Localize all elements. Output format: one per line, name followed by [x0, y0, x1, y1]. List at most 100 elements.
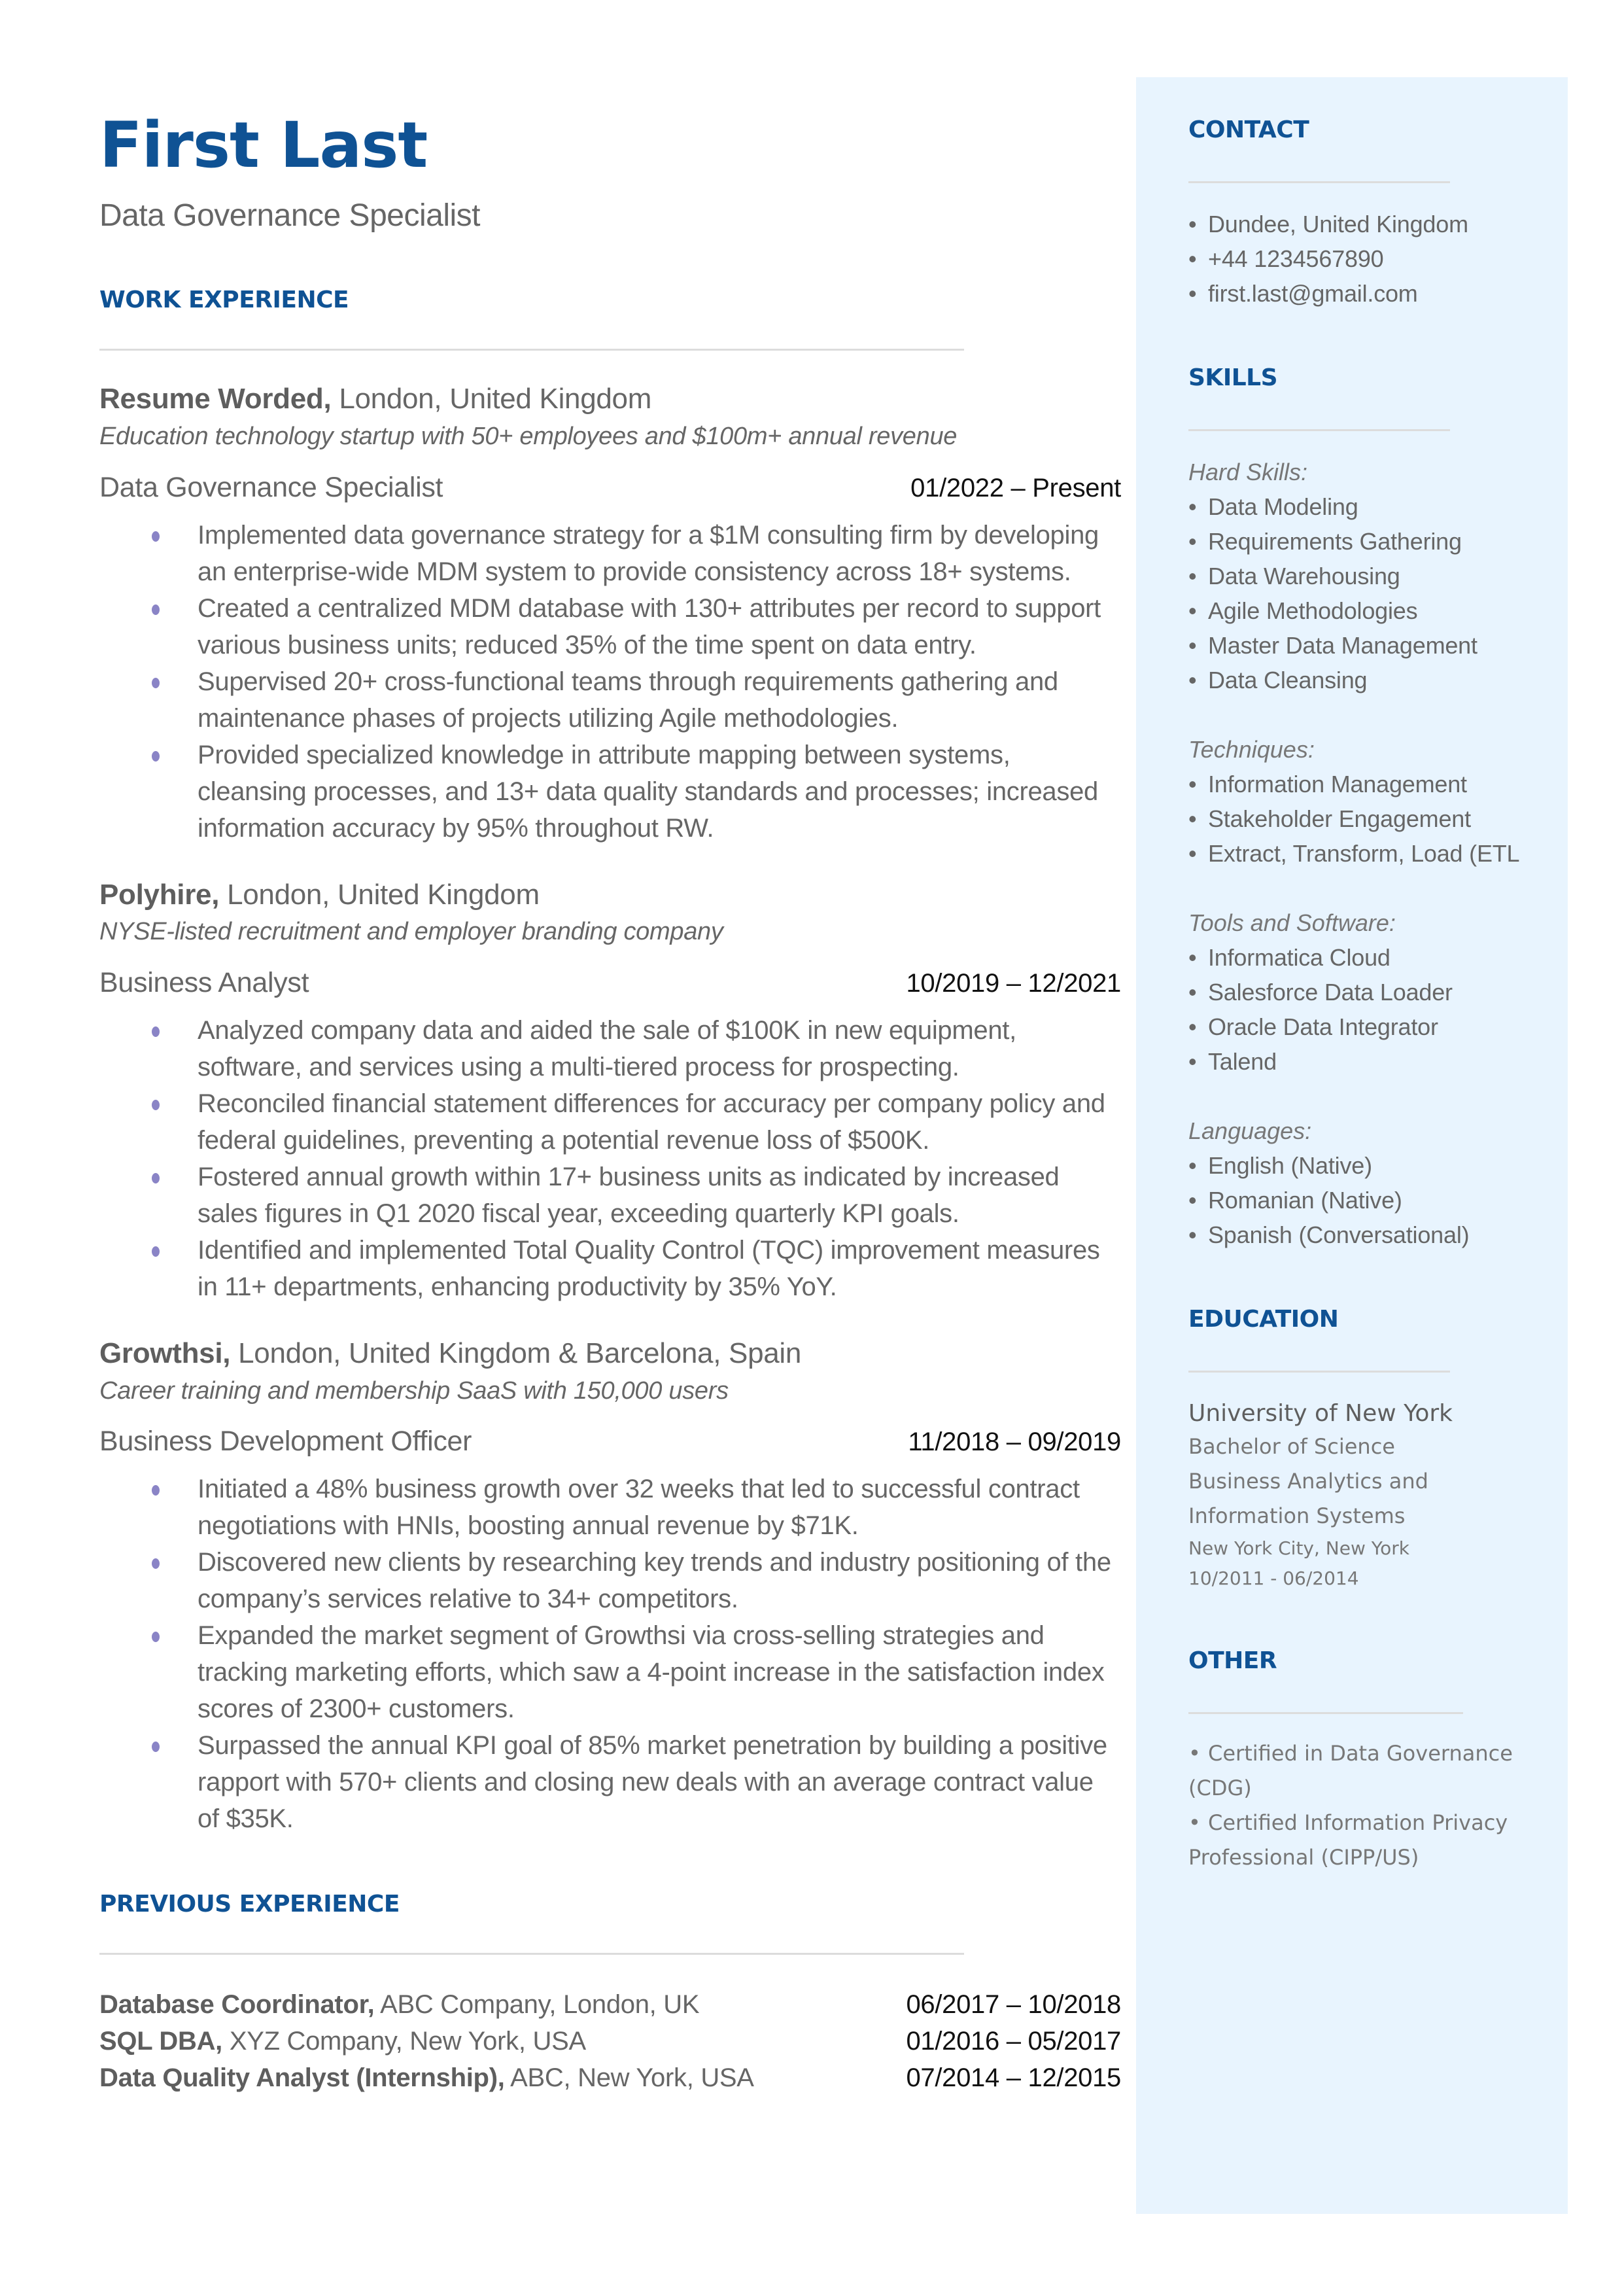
achievement-text: Reconciled financial statement differenc…: [198, 1089, 1105, 1155]
education-dates: 10/2011 - 06/2014: [1188, 1567, 1359, 1589]
skill-text: Informatica Cloud: [1208, 944, 1391, 971]
skill-category-label: Tools and Software:: [1188, 909, 1396, 936]
bullet-icon: •: [1188, 944, 1197, 971]
role-dates: 11/2018 – 09/2019: [908, 1427, 1121, 1456]
bullet-icon: [152, 1172, 160, 1183]
role-title: Business Analyst: [99, 966, 309, 998]
skill-text: Information Management: [1208, 771, 1467, 797]
candidate-title: Data Governance Specialist: [99, 198, 480, 233]
company-location: London, United Kingdom & Barcelona, Spai…: [230, 1337, 802, 1369]
education-degree: Bachelor of Science: [1188, 1433, 1395, 1459]
skill-item: • English (Native): [1188, 1148, 1542, 1183]
achievement-item: Implemented data governance strategy for…: [99, 517, 1121, 590]
contact-heading: CONTACT: [1188, 116, 1309, 143]
skill-text: Spanish (Conversational): [1208, 1221, 1470, 1248]
skill-text: Salesforce Data Loader: [1208, 979, 1453, 1006]
skill-item: • Requirements Gathering: [1188, 524, 1542, 559]
main-column: First Last Data Governance Specialist WO…: [99, 111, 1121, 2096]
role-title: Data Governance Specialist: [99, 471, 443, 503]
skill-text: Oracle Data Integrator: [1208, 1013, 1438, 1040]
bullet-icon: •: [1188, 563, 1197, 589]
achievement-item: Identified and implemented Total Quality…: [99, 1232, 1121, 1305]
achievement-item: Surpassed the annual KPI goal of 85% mar…: [99, 1727, 1121, 1837]
company-description: NYSE-listed recruitment and employer bra…: [99, 918, 723, 946]
bullet-icon: •: [1188, 667, 1197, 693]
certification-text: Certified in Data Governance (CDG): [1188, 1740, 1513, 1800]
bullet-icon: •: [1188, 528, 1197, 555]
previous-experience-list: Database Coordinator, ABC Company, Londo…: [99, 1986, 1121, 2096]
skill-text: Data Warehousing: [1208, 563, 1400, 589]
candidate-name: First Last: [99, 109, 428, 182]
skill-category-label: Languages:: [1188, 1117, 1312, 1144]
section-divider: [1188, 181, 1450, 183]
achievement-text: Surpassed the annual KPI goal of 85% mar…: [198, 1730, 1107, 1833]
company-line: Growthsi, London, United Kingdom & Barce…: [99, 1337, 1121, 1371]
bullet-icon: •: [1188, 1187, 1197, 1214]
achievement-item: Supervised 20+ cross-functional teams th…: [99, 663, 1121, 737]
skills-list: Hard Skills: • Data Modeling • Requirements …: [1188, 455, 1542, 1252]
previous-role: Data Quality Analyst (Internship), ABC, …: [99, 2059, 754, 2096]
education-location: New York City, New York: [1188, 1537, 1410, 1559]
bullet-icon: •: [1188, 979, 1197, 1006]
skill-items: • Information Management • Stakeholder Enga…: [1188, 767, 1542, 871]
skill-item: • Extract, Transform, Load (ETL: [1188, 836, 1542, 871]
achievement-list: Implemented data governance strategy for…: [99, 517, 1121, 847]
previous-experience-heading: PREVIOUS EXPERIENCE: [99, 1890, 400, 1918]
bullet-icon: •: [1188, 245, 1197, 272]
bullet-icon: [152, 1246, 160, 1257]
achievement-text: Fostered annual growth within 17+ busine…: [198, 1162, 1060, 1228]
skill-item: • Stakeholder Engagement: [1188, 801, 1542, 836]
bullet-icon: [152, 604, 160, 615]
bullet-icon: •: [1188, 632, 1197, 659]
bullet-icon: •: [1188, 597, 1197, 624]
company-name: Polyhire,: [99, 878, 220, 911]
previous-role-details: XYZ Company, New York, USA: [222, 2026, 586, 2056]
previous-role: Database Coordinator, ABC Company, Londo…: [99, 1986, 700, 2023]
job-list: Resume Worded, London, United Kingdom Edu…: [99, 382, 1121, 1837]
certification-item: • Certified Information Privacy Professio…: [1188, 1806, 1542, 1875]
skill-item: • Data Warehousing: [1188, 559, 1542, 593]
previous-role-title: Database Coordinator,: [99, 1989, 375, 2019]
company-name: Resume Worded,: [99, 383, 332, 415]
previous-role-dates: 06/2017 – 10/2018: [906, 1989, 1121, 2019]
skill-item: • Master Data Management: [1188, 628, 1542, 663]
education-field: Information Systems: [1188, 1503, 1406, 1528]
previous-role-title: Data Quality Analyst (Internship),: [99, 2063, 505, 2092]
skill-item: • Oracle Data Integrator: [1188, 1009, 1542, 1044]
bullet-icon: [152, 1631, 160, 1642]
company-description: Career training and membership SaaS with…: [99, 1376, 729, 1405]
achievement-text: Discovered new clients by researching ke…: [198, 1547, 1111, 1613]
education-field: Business Analytics and: [1188, 1468, 1428, 1494]
bullet-icon: •: [1188, 1740, 1201, 1766]
bullet-icon: •: [1188, 1048, 1197, 1075]
role-row: Business Analyst 10/2019 – 12/2021: [99, 967, 1121, 999]
bullet-icon: [152, 1558, 160, 1569]
company-line: Resume Worded, London, United Kingdom: [99, 382, 1121, 417]
contact-item: • first.last@gmail.com: [1188, 276, 1542, 311]
achievement-text: Expanded the market segment of Growthsi …: [198, 1621, 1105, 1723]
achievement-item: Discovered new clients by researching ke…: [99, 1544, 1121, 1617]
previous-role-dates: 07/2014 – 12/2015: [906, 2063, 1121, 2092]
role-dates: 01/2022 – Present: [910, 473, 1121, 502]
role-row: Business Development Officer 11/2018 – 09…: [99, 1426, 1121, 1458]
bullet-icon: [152, 750, 160, 762]
role-row: Data Governance Specialist 01/2022 – Pres…: [99, 472, 1121, 504]
achievement-text: Provided specialized knowledge in attrib…: [198, 740, 1098, 843]
job-entry: Resume Worded, London, United Kingdom Edu…: [99, 382, 1121, 846]
skill-item: • Romanian (Native): [1188, 1183, 1542, 1218]
skill-items: • Data Modeling • Requirements Gathering • Da…: [1188, 489, 1542, 697]
bullet-icon: •: [1188, 805, 1197, 832]
skill-text: Extract, Transform, Load (ETL: [1208, 840, 1520, 867]
skill-items: • English (Native) • Romanian (Native) • Span…: [1188, 1148, 1542, 1252]
bullet-icon: [152, 1026, 160, 1037]
skill-text: Romanian (Native): [1208, 1187, 1402, 1214]
role-title: Business Development Officer: [99, 1425, 472, 1457]
bullet-icon: •: [1188, 1013, 1197, 1040]
skill-item: • Talend: [1188, 1044, 1542, 1079]
contact-list: • Dundee, United Kingdom • +44 1234567890 • f…: [1188, 207, 1542, 311]
sidebar: CONTACT • Dundee, United Kingdom • +44 1234…: [1136, 77, 1568, 2214]
section-divider: [99, 349, 964, 351]
contact-item: • +44 1234567890: [1188, 241, 1542, 276]
previous-role: SQL DBA, XYZ Company, New York, USA: [99, 2023, 586, 2059]
other-list: • Certified in Data Governance (CDG) • Cert…: [1188, 1736, 1542, 1875]
